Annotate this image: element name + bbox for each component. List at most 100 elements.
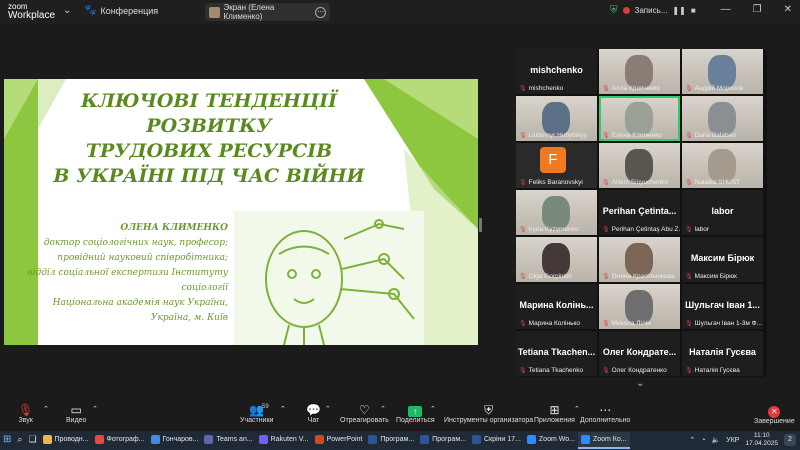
- clock[interactable]: 11:10 17.04.2025: [745, 432, 778, 448]
- taskbar-app[interactable]: Програм...: [365, 432, 417, 449]
- participant-name: 🎙 Марина Колінько: [519, 320, 580, 327]
- participant-video: [625, 290, 653, 324]
- taskbar-app[interactable]: Rakuten V...: [256, 432, 312, 449]
- audio-options-chevron[interactable]: ⌃: [43, 405, 49, 413]
- participant-tile[interactable]: Максим Бірюк 🎙 Максим Бірюк: [682, 237, 763, 282]
- participant-tile[interactable]: 🎙 Artem Sinyuchenko: [599, 143, 680, 188]
- chat-options-chevron[interactable]: ⌃: [325, 405, 331, 413]
- title-bar: zoom Workplace ⌄ 🐾 Конференция Экран (Ел…: [0, 0, 800, 24]
- close-icon[interactable]: ✕: [784, 4, 792, 15]
- meeting-info[interactable]: 🐾 Конференция: [84, 5, 158, 16]
- share-options-chevron[interactable]: ⌃: [430, 405, 436, 413]
- participant-tile[interactable]: labor 🎙 labor: [682, 190, 763, 235]
- participant-tile[interactable]: Шульгач Іван 1... 🎙 Шульгач Іван 1-3м Ф...: [682, 284, 763, 329]
- participant-tile[interactable]: Tetiana Tkachen... 🎙 Tetiana Tkachenko: [516, 331, 597, 376]
- participant-tile[interactable]: 🎙 Iryna Kyzymenko: [516, 190, 597, 235]
- taskbar-app[interactable]: Проводн...: [40, 432, 92, 449]
- taskbar-app[interactable]: Teams an...: [201, 432, 255, 449]
- apps-options-chevron[interactable]: ⌃: [574, 405, 580, 413]
- taskbar-app[interactable]: Zoom Ко...: [577, 432, 630, 449]
- pause-recording-icon[interactable]: ❚❚: [672, 6, 685, 15]
- screen-share-indicator[interactable]: Экран (Елена Клименко) ⋯: [205, 3, 330, 21]
- participant-tile[interactable]: 🎙 Микола Лілін: [599, 284, 680, 329]
- task-view-icon[interactable]: ❏: [25, 432, 39, 449]
- host-tools-button[interactable]: ⛨ Инструменты организатора: [444, 403, 533, 424]
- video-options-chevron[interactable]: ⌃: [92, 405, 98, 413]
- video-button[interactable]: ▭ Видео: [66, 403, 86, 424]
- slide-title: КЛЮЧОВІ ТЕНДЕНЦІЇ РОЗВИТКУ ТРУДОВИХ РЕСУ…: [44, 89, 374, 189]
- taskbar-app-label: Проводн...: [54, 436, 89, 443]
- more-button[interactable]: ⋯ Дополнительно: [580, 403, 630, 424]
- taskbar-app[interactable]: Фотограф...: [92, 432, 148, 449]
- participants-label: Участники: [240, 417, 274, 424]
- taskbar-app[interactable]: Zoom Wo...: [524, 432, 578, 449]
- more-icon[interactable]: ⋯: [315, 6, 326, 18]
- taskbar-app[interactable]: Програм...: [417, 432, 469, 449]
- paw-icon: 🐾: [84, 5, 97, 16]
- participant-name: 🎙 Iryna Kyzymenko: [519, 226, 578, 233]
- maximize-icon[interactable]: ❐: [753, 4, 762, 15]
- participant-tile[interactable]: 🎙 Olga Gorpinich: [516, 237, 597, 282]
- author-line: доктор соціологічних наук, професор;: [43, 238, 228, 248]
- participant-tile[interactable]: 🎙 Елена Клименко: [599, 96, 680, 141]
- split-handle[interactable]: [479, 218, 482, 232]
- participant-tile[interactable]: 🎙 Daria Balaban: [682, 96, 763, 141]
- participants-count: 59: [262, 404, 269, 410]
- chevron-down-icon[interactable]: ⌄: [63, 5, 71, 16]
- react-options-chevron[interactable]: ⌃: [380, 405, 386, 413]
- participant-name-label: Олег Кондратенко: [611, 367, 667, 374]
- participant-tile[interactable]: F 🎙 Feliks Baranovskyi: [516, 143, 597, 188]
- participant-tile[interactable]: Олег Кондрате... 🎙 Олег Кондратенко: [599, 331, 680, 376]
- clock-date: 17.04.2025: [745, 440, 778, 447]
- recording-dot-icon: [622, 7, 630, 14]
- app-icon: [204, 435, 214, 444]
- author-line: відділ соціальної експертизи Інституту с…: [27, 268, 228, 293]
- participant-video: [708, 55, 736, 89]
- network-icon[interactable]: ◔: [701, 437, 705, 444]
- apps-button[interactable]: ⊞ Приложения: [534, 403, 575, 424]
- participant-name-label: Daria Balaban: [694, 132, 736, 139]
- taskbar-app[interactable]: Гончаров...: [148, 432, 202, 449]
- author-line: Україна, м. Київ: [151, 313, 228, 323]
- share-button[interactable]: ↑ Поделиться: [396, 403, 435, 424]
- zoom-window: zoom Workplace ⌄ 🐾 Конференция Экран (Ел…: [0, 0, 800, 450]
- start-button[interactable]: ⊞: [0, 432, 14, 449]
- participant-tile[interactable]: Perihan Çetinta... 🎙 Perihan Çetintaş Abu …: [599, 190, 680, 235]
- app-icon: [420, 435, 430, 444]
- audio-button[interactable]: 🎙 Звук: [18, 403, 33, 424]
- stop-recording-icon[interactable]: ■: [691, 6, 696, 15]
- language-indicator[interactable]: УКР: [726, 437, 739, 444]
- microphone-muted-icon: 🎙: [685, 133, 693, 139]
- search-icon[interactable]: ⌕: [14, 432, 25, 449]
- gallery-scroll-down-icon[interactable]: ⌄: [636, 378, 644, 389]
- chat-button[interactable]: 💬 Чат: [306, 403, 321, 424]
- participant-tile[interactable]: mishchenko 🎙 mishchenko: [516, 49, 597, 94]
- minimize-icon[interactable]: —: [721, 4, 731, 15]
- participant-tile[interactable]: Наталія Гусєва 🎙 Наталія Гусєва: [682, 331, 763, 376]
- participant-tile[interactable]: 🎙 Алла Кравченко: [599, 49, 680, 94]
- meeting-label: Конференция: [100, 5, 159, 16]
- participant-tile[interactable]: 🎙 Liubomyr Hubytskyy: [516, 96, 597, 141]
- logo-text-2: Workplace: [8, 10, 56, 21]
- participant-name: 🎙 Nataliia SHUST: [685, 179, 740, 186]
- taskbar-app[interactable]: Скріни 17...: [469, 432, 524, 449]
- taskbar-app[interactable]: PowerPoint: [312, 432, 366, 449]
- notification-badge[interactable]: 2: [784, 434, 796, 446]
- slide-title-line: РОЗВИТКУ: [146, 115, 272, 137]
- participant-tile[interactable]: 🎙 Олена Красільнікова: [599, 237, 680, 282]
- slide-title-line: КЛЮЧОВІ ТЕНДЕНЦІЇ: [80, 90, 338, 112]
- microphone-muted-icon: 🎙: [685, 180, 693, 186]
- microphone-muted-icon: 🎙: [685, 274, 693, 280]
- apps-label: Приложения: [534, 417, 575, 424]
- participants-options-chevron[interactable]: ⌃: [280, 405, 286, 413]
- shield-icon: ⛨: [610, 5, 618, 16]
- end-meeting-button[interactable]: ✕ Завершение: [754, 403, 795, 425]
- participant-tile[interactable]: 🎙 Андрій Морозов: [682, 49, 763, 94]
- volume-icon[interactable]: 🔈: [712, 436, 721, 444]
- zoom-logo[interactable]: zoom Workplace: [8, 2, 56, 21]
- tray-chevron-icon[interactable]: ⌃: [689, 436, 695, 444]
- participant-tile[interactable]: Марина Колінь... 🎙 Марина Колінько: [516, 284, 597, 329]
- taskbar-app-label: Фотограф...: [106, 436, 145, 443]
- participant-tile[interactable]: 🎙 Nataliia SHUST: [682, 143, 763, 188]
- taskbar-app-label: Teams an...: [216, 436, 253, 443]
